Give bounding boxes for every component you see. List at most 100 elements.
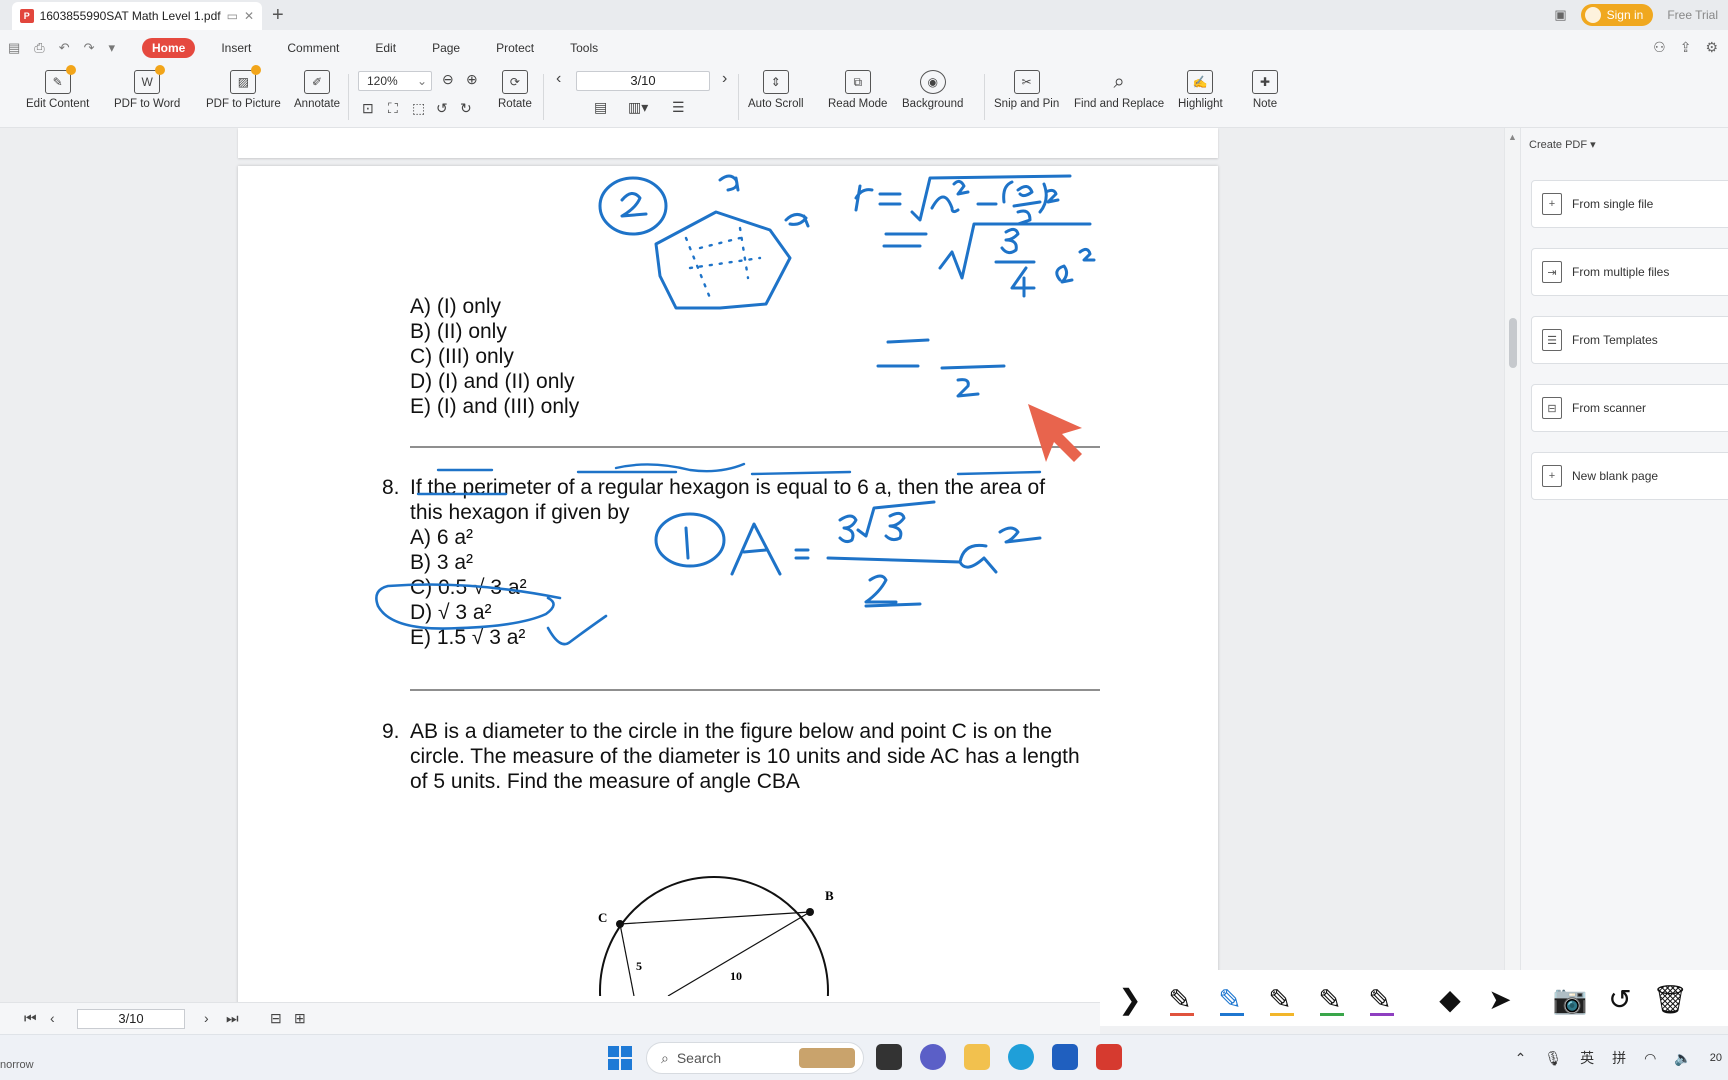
background-button[interactable]: ◉ Background <box>902 70 963 110</box>
chevron-up-icon[interactable]: ⌃ <box>1515 1050 1527 1067</box>
eraser-icon[interactable]: ◆ <box>1428 976 1472 1020</box>
window-layout-icon[interactable]: ▣ <box>1554 7 1566 23</box>
from-single-file-label: From single file <box>1572 197 1654 211</box>
close-tab-icon[interactable]: ✕ <box>244 9 254 23</box>
pen-yellow-icon[interactable]: ✎ <box>1258 976 1302 1020</box>
save-icon[interactable]: ▤ <box>8 40 20 56</box>
prev-page-icon[interactable]: ‹ <box>50 1010 55 1026</box>
clock-text[interactable]: 20 <box>1710 1052 1722 1064</box>
menu-edit[interactable]: Edit <box>365 38 406 58</box>
scanner-icon: ⊟ <box>1542 397 1562 419</box>
scroll-up-icon[interactable]: ▲ <box>1508 132 1517 142</box>
undo-icon[interactable]: ↶ <box>59 40 70 56</box>
pen-red-icon[interactable]: ✎ <box>1158 976 1202 1020</box>
print-icon[interactable]: ⎙ <box>34 40 44 56</box>
from-multiple-files-button[interactable]: ⇥ From multiple files <box>1531 248 1728 296</box>
new-blank-page-button[interactable]: + New blank page <box>1531 452 1728 500</box>
store-icon[interactable] <box>1052 1044 1078 1070</box>
trash-icon[interactable]: 🗑 <box>1648 976 1692 1020</box>
redo-icon[interactable]: ↷ <box>84 40 95 56</box>
document-tab[interactable]: P 1603855990SAT Math Level 1.pdf ▭ ✕ <box>12 2 262 30</box>
menu-protect[interactable]: Protect <box>486 38 544 58</box>
from-scanner-button[interactable]: ⊟ From scanner <box>1531 384 1728 432</box>
next-page-icon[interactable]: › <box>204 1010 209 1026</box>
edit-content-button[interactable]: ✎ Edit Content <box>26 65 89 110</box>
wifi-icon[interactable]: ◠ <box>1644 1050 1656 1067</box>
annotate-button[interactable]: ✐ Annotate <box>294 70 340 110</box>
find-and-replace-button[interactable]: ⌕ Find and Replace <box>1074 70 1165 111</box>
new-tab-button[interactable]: + <box>272 4 284 27</box>
bottom-page-input[interactable]: 3/10 <box>77 1009 185 1029</box>
rotate-right-icon[interactable]: ↻ <box>460 100 472 117</box>
find-and-replace-label: Find and Replace <box>1074 98 1165 110</box>
customize-icon[interactable]: ▾ <box>109 40 116 56</box>
note-button[interactable]: ✚ Note <box>1252 70 1278 110</box>
taskbar-search-box[interactable]: ⌕ Search <box>646 1042 864 1074</box>
system-tray: ⌃ 🎙 英 拼 ◠ 🔈 20 <box>1515 1035 1728 1080</box>
windows-start-icon[interactable] <box>608 1046 632 1070</box>
fit-width-icon[interactable]: ⬚ <box>412 100 425 117</box>
share-user-icon[interactable]: ⚇ <box>1653 39 1666 56</box>
from-scanner-label: From scanner <box>1572 401 1647 415</box>
fit-page-icon[interactable]: ⛶ <box>388 100 398 117</box>
camera-icon[interactable]: 📷 <box>1548 976 1592 1020</box>
chat-icon[interactable] <box>920 1044 946 1070</box>
volume-icon[interactable]: 🔈 <box>1674 1050 1691 1067</box>
auto-scroll-button[interactable]: ⇕ Auto Scroll <box>748 70 804 110</box>
pen-purple-icon[interactable]: ✎ <box>1358 976 1402 1020</box>
pen-toolbar: ❯ ✎ ✎ ✎ ✎ ✎ ◆ ➤ 📷 ↺ 🗑 <box>1100 970 1728 1026</box>
ime-language[interactable]: 英 <box>1580 1048 1594 1068</box>
pdf-to-picture-button[interactable]: ▨ PDF to Picture <box>206 65 281 110</box>
rotate-button[interactable]: ⟳ Rotate <box>498 70 532 110</box>
pen-blue-icon[interactable]: ✎ <box>1208 976 1252 1020</box>
select-pointer-icon[interactable]: ➤ <box>1478 976 1522 1020</box>
microphone-icon[interactable]: 🎙 <box>1544 1050 1562 1067</box>
from-templates-button[interactable]: ☰ From Templates <box>1531 316 1728 364</box>
highlight-button[interactable]: ✍ Highlight <box>1178 70 1223 110</box>
zoom-in-icon[interactable]: ⊕ <box>466 71 478 88</box>
from-single-file-button[interactable]: + From single file <box>1531 180 1728 228</box>
collapse-toolbar-icon[interactable]: ❯ <box>1108 976 1152 1020</box>
pdf-to-word-button[interactable]: W PDF to Word <box>114 65 180 110</box>
single-page-icon[interactable]: ▤ <box>594 99 607 116</box>
pen-green-icon[interactable]: ✎ <box>1308 976 1352 1020</box>
rotate-left-icon[interactable]: ↺ <box>436 100 448 117</box>
file-explorer-icon[interactable] <box>964 1044 990 1070</box>
menu-comment[interactable]: Comment <box>277 38 349 58</box>
zoom-out-icon[interactable]: ⊖ <box>442 71 454 88</box>
menu-insert[interactable]: Insert <box>211 38 261 58</box>
create-pdf-dropdown[interactable]: Create PDF ▾ <box>1529 138 1596 151</box>
two-page-icon[interactable]: ▥▾ <box>628 99 648 116</box>
vertical-scrollbar[interactable]: ▲ <box>1504 128 1520 1002</box>
document-viewport[interactable]: A) (I) only B) (II) only C) (III) only D… <box>0 128 1506 1002</box>
read-mode-button[interactable]: ⧉ Read Mode <box>828 70 887 110</box>
fit-to-width-icon[interactable]: ⊞ <box>294 1010 306 1027</box>
continuous-scroll-icon[interactable]: ☰ <box>672 99 685 116</box>
undo-stroke-icon[interactable]: ↺ <box>1598 976 1642 1020</box>
scrollbar-thumb[interactable] <box>1509 318 1517 368</box>
page-number-input[interactable]: 3/10 <box>576 71 710 91</box>
previous-page-icon[interactable]: ‹ <box>556 70 561 88</box>
ime-mode[interactable]: 拼 <box>1612 1048 1626 1068</box>
first-page-icon[interactable]: ⏮ <box>24 1010 37 1027</box>
export-icon[interactable]: ⇪ <box>1680 39 1692 56</box>
settings-icon[interactable]: ⚙ <box>1705 39 1718 56</box>
edge-browser-icon[interactable] <box>1008 1044 1034 1070</box>
free-trial-link[interactable]: Free Trial <box>1667 8 1718 22</box>
menu-tools[interactable]: Tools <box>560 38 608 58</box>
bottom-page-navigation: ⏮ ‹ 3/10 › ⏭ ⊟ ⊞ <box>0 1002 1100 1034</box>
snip-and-pin-button[interactable]: ✂ Snip and Pin <box>994 70 1059 110</box>
menu-page[interactable]: Page <box>422 38 470 58</box>
sign-in-button[interactable]: Sign in <box>1580 4 1654 26</box>
last-page-icon[interactable]: ⏭ <box>226 1010 239 1027</box>
next-page-icon[interactable]: › <box>722 70 727 88</box>
fit-to-window-icon[interactable]: ⊟ <box>270 1010 282 1027</box>
menu-home[interactable]: Home <box>142 38 196 58</box>
pdf-to-picture-label: PDF to Picture <box>206 98 281 110</box>
wps-office-icon[interactable] <box>1096 1044 1122 1070</box>
zoom-select[interactable]: 120% ⌄ <box>358 71 432 91</box>
auto-scroll-label: Auto Scroll <box>748 98 804 110</box>
task-view-icon[interactable] <box>876 1044 902 1070</box>
monitor-icon[interactable]: ▭ <box>227 9 238 23</box>
actual-size-icon[interactable]: ⊡ <box>362 100 374 117</box>
